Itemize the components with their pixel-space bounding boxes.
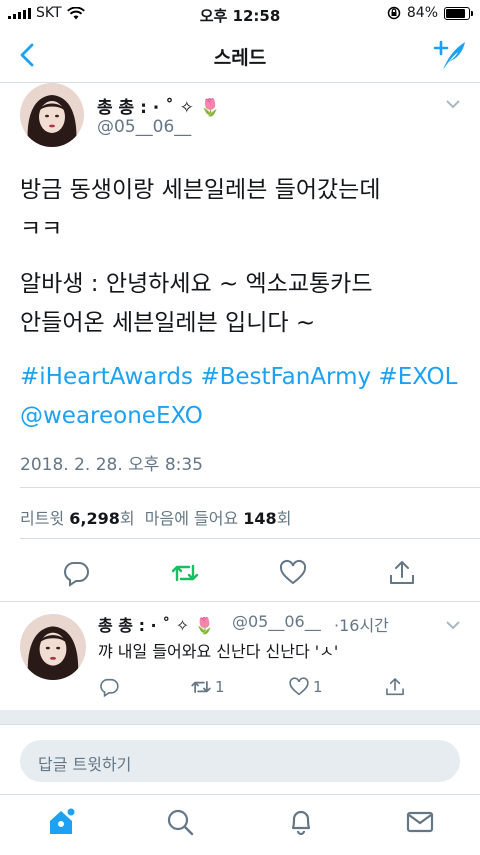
retweet-label: 리트윗 (20, 509, 65, 528)
reply-icon[interactable] (98, 676, 120, 698)
reply-tweet[interactable]: 총 총 : ⋅ ˚ ✧ 🌷 @05__06__ ·16시간 꺄 내일 들어와요 … (0, 602, 480, 710)
reply-placeholder: 답글 트윗하기 (38, 755, 132, 774)
divider (20, 487, 480, 488)
page-title: 스레드 (213, 47, 267, 69)
count-suffix: 회 (276, 509, 292, 528)
share-icon[interactable] (387, 558, 417, 588)
display-name[interactable]: 총 총 : ⋅ ˚ ✧ 🌷 (98, 612, 215, 636)
nav-bar: 스레드 (0, 28, 480, 83)
like-count: 1 (313, 678, 323, 696)
reply-action[interactable] (98, 676, 120, 698)
reply-icon[interactable] (61, 558, 91, 588)
display-name[interactable]: 총 총 : ⋅ ˚ ✧ 🌷 (97, 93, 221, 118)
heart-icon[interactable] (288, 676, 310, 698)
status-bar: SKT 오후 12:58 84% (0, 0, 480, 28)
like-action[interactable]: 1 (288, 676, 323, 698)
retweet-icon[interactable] (190, 676, 212, 698)
section-gap (0, 710, 480, 724)
user-handle[interactable]: @05__06__ (232, 612, 321, 631)
hashtag-links[interactable]: #iHeartAwards #BestFanArmy #EXOL @weareo… (20, 358, 470, 436)
retweet-action[interactable]: 1 (190, 676, 225, 698)
share-icon[interactable] (384, 676, 406, 698)
hashtag-line[interactable]: #iHeartAwards #BestFanArmy #EXOL (20, 358, 470, 397)
retweet-count[interactable]: 6,298 (69, 509, 120, 528)
search-icon[interactable] (165, 807, 195, 837)
chevron-down-icon[interactable] (445, 620, 461, 630)
battery-icon (444, 6, 473, 20)
mail-icon[interactable] (405, 807, 435, 837)
count-suffix: 회 (119, 509, 135, 528)
user-handle[interactable]: @05__06__ (97, 117, 191, 137)
avatar[interactable] (20, 614, 86, 680)
mention-link[interactable]: @weareoneEXO (20, 397, 470, 436)
tweet-stats: 리트윗 6,298회 마음에 들어요 148회 (20, 505, 291, 529)
reply-bar: 답글 트윗하기 (0, 724, 480, 795)
heart-icon[interactable] (278, 558, 308, 588)
compose-icon[interactable] (432, 37, 468, 73)
reply-text: 꺄 내일 들어와요 신난다 신난다 'ㅅ' (98, 642, 339, 661)
reply-input[interactable]: 답글 트윗하기 (20, 740, 460, 782)
tweet-timestamp: 2018. 2. 28. 오후 8:35 (20, 455, 203, 475)
tweet-text-line: ㅋㅋ (20, 216, 63, 242)
home-icon[interactable] (46, 807, 76, 837)
like-count[interactable]: 148 (243, 509, 276, 528)
tweet-text-line: 방금 동생이랑 세븐일레븐 들어갔는데 (20, 177, 381, 203)
tab-bar (0, 794, 480, 855)
like-label: 마음에 들어요 (144, 509, 239, 528)
tweet-text-line: 알바생 : 안녕하세요 ~ 엑소교통카드 (20, 271, 373, 297)
bell-icon[interactable] (286, 807, 316, 837)
orientation-lock-icon (387, 6, 401, 20)
tweet-text-line: 안들어온 세븐일레븐 입니다 ~ (20, 310, 316, 336)
retweet-icon[interactable] (170, 558, 200, 588)
reply-time: ·16시간 (334, 616, 389, 635)
battery-percent: 84% (406, 5, 438, 21)
retweet-count: 1 (215, 678, 225, 696)
avatar[interactable] (20, 83, 84, 147)
share-action[interactable] (384, 676, 406, 698)
divider (20, 538, 480, 539)
chevron-down-icon[interactable] (445, 99, 461, 109)
